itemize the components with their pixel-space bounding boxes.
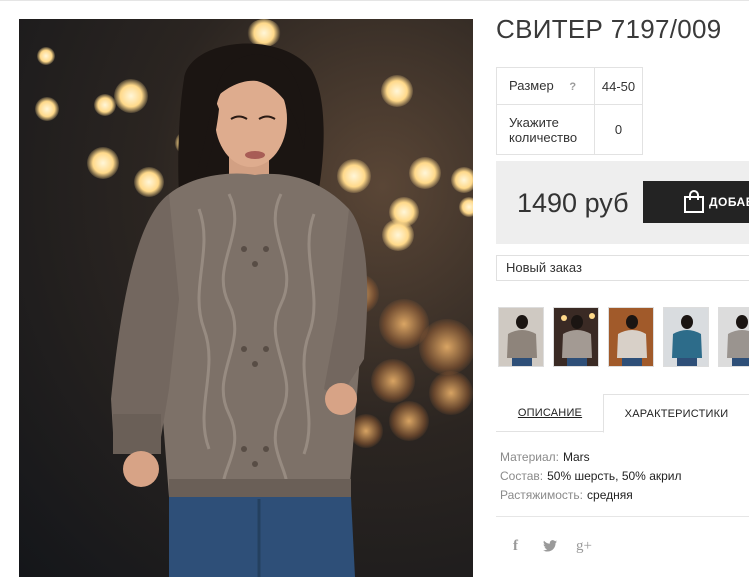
add-to-cart-button[interactable]: ДОБАВИТЬ [643, 181, 749, 223]
facebook-icon[interactable]: f [513, 538, 518, 555]
characteristic-row: Материал: Mars [500, 448, 682, 467]
tab-characteristics-label: ХАРАКТЕРИСТИКИ [624, 408, 729, 420]
characteristic-value: средняя [587, 488, 633, 502]
size-value[interactable]: 44-50 [594, 67, 643, 105]
google-plus-icon[interactable]: g+ [576, 538, 592, 555]
thumbnail-4[interactable] [663, 307, 709, 367]
quantity-row: Укажите количество 0 [496, 104, 643, 155]
shopping-bag-icon [684, 190, 704, 213]
characteristic-row: Состав: 50% шерсть, 50% акрил [500, 467, 682, 486]
price: 1490 руб [517, 188, 629, 218]
characteristics-list: Материал: Mars Состав: 50% шерсть, 50% акр… [500, 448, 682, 505]
size-label-cell: Размер? [496, 67, 595, 105]
characteristic-value: 50% шерсть, 50% акрил [547, 469, 682, 483]
size-row: Размер? 44-50 [496, 67, 643, 105]
thumbnail-3[interactable] [608, 307, 654, 367]
tab-description-label: ОПИСАНИЕ [517, 407, 583, 419]
thumbnail-1[interactable] [498, 307, 544, 367]
characteristic-key: Состав: [500, 469, 544, 483]
characteristic-key: Растяжимость: [500, 488, 584, 502]
help-icon[interactable]: ? [566, 80, 580, 94]
quantity-label: Укажите количество [496, 104, 595, 155]
tab-characteristics[interactable]: ХАРАКТЕРИСТИКИ [603, 394, 749, 433]
top-divider [0, 0, 749, 1]
characteristic-key: Материал: [500, 450, 559, 464]
quantity-input[interactable]: 0 [594, 104, 643, 155]
order-select[interactable]: Новый заказ [496, 255, 749, 281]
thumbnail-strip [497, 307, 749, 367]
model-figure [111, 43, 368, 577]
characteristic-value: Mars [562, 450, 590, 464]
thumbnail-2[interactable] [553, 307, 599, 367]
product-tabs: ОПИСАНИЕ ХАРАКТЕРИСТИКИ [496, 394, 749, 433]
tab-description[interactable]: ОПИСАНИЕ [496, 394, 604, 433]
characteristic-row: Растяжимость: средняя [500, 486, 682, 505]
size-label: Размер [509, 78, 554, 93]
product-title: СВИТЕР 7197/009 [496, 14, 722, 44]
product-main-image[interactable] [19, 19, 473, 577]
product-options-table: Размер? 44-50 Укажите количество 0 [496, 67, 643, 155]
twitter-icon[interactable] [543, 540, 557, 552]
thumbnail-5[interactable] [718, 307, 749, 367]
divider [496, 516, 749, 517]
add-to-cart-label: ДОБАВИТЬ [709, 195, 749, 209]
price-block: 1490 руб ДОБАВИТЬ [496, 161, 749, 244]
